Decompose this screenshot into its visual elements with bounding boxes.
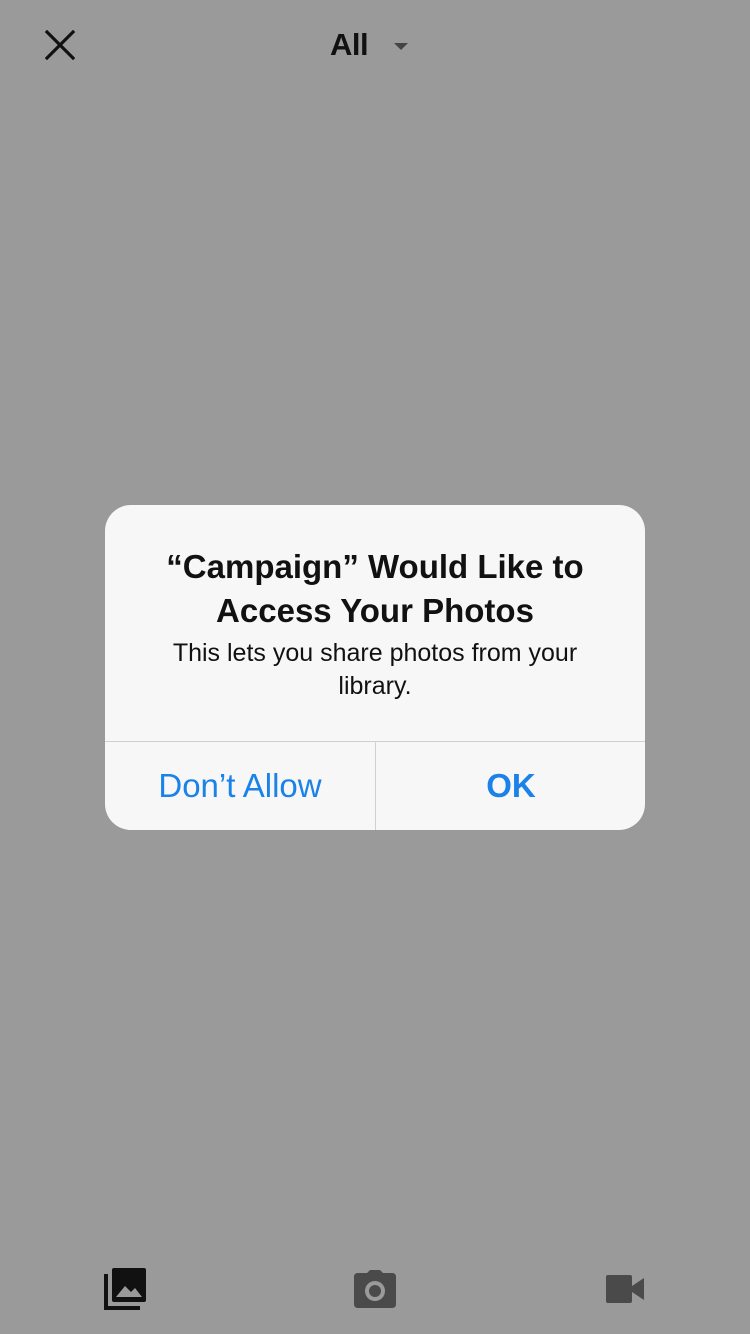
alert-title: “Campaign” Would Like to Access Your Pho… [166, 548, 584, 629]
close-button[interactable] [40, 25, 80, 65]
tab-photo-library[interactable] [95, 1264, 155, 1314]
alert-message: This lets you share photos from your lib… [172, 639, 578, 700]
photo-library-icon [104, 1268, 146, 1310]
camera-icon [354, 1270, 396, 1308]
video-camera-icon [606, 1275, 644, 1303]
close-icon [45, 30, 75, 60]
tab-video[interactable] [595, 1264, 655, 1314]
ok-button[interactable]: OK [376, 742, 645, 830]
permission-alert: “Campaign” Would Like to Access Your Pho… [105, 505, 645, 830]
dont-allow-button[interactable]: Don’t Allow [105, 742, 375, 830]
album-picker[interactable]: All [330, 20, 409, 70]
caret-down-icon [394, 42, 409, 50]
tab-camera[interactable] [345, 1264, 405, 1314]
album-title: All [330, 27, 369, 62]
bottom-tab-bar [0, 1244, 750, 1334]
top-bar: All [0, 0, 750, 90]
